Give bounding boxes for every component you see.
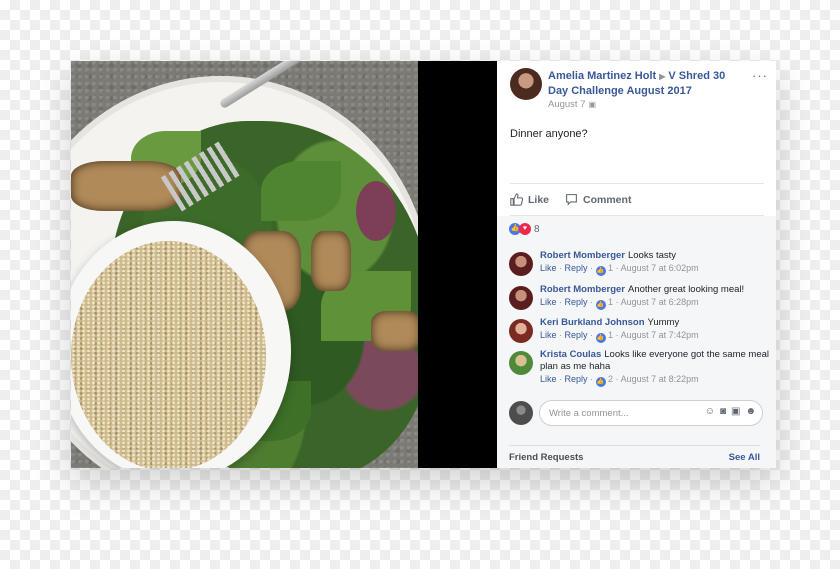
group-privacy-icon: ▣ [588,100,597,109]
comments-section: 👍 ♥ 8 Robert Momberger Looks tasty Like ·… [497,216,776,468]
facebook-photo-viewer: Amelia Martinez Holt ▶ V Shred 30 Day Chal… [71,61,776,468]
comment-like-count: 1 [608,263,614,273]
comment-reply-link[interactable]: Reply [565,297,588,307]
thumbs-up-icon: 👍 [595,266,606,276]
comment-like-link[interactable]: Like [540,330,557,340]
like-button[interactable]: Like [510,193,549,206]
comment-like-link[interactable]: Like [540,263,557,273]
comment-item: Robert Momberger Another great looking me… [509,284,771,310]
comment-item: Keri Burkland Johnson Yummy Like · Reply … [509,317,771,343]
author-avatar[interactable] [510,68,542,100]
post-panel: Amelia Martinez Holt ▶ V Shred 30 Day Chal… [497,61,776,468]
sticker-icon[interactable]: ☻ [745,406,756,417]
comment-reply-link[interactable]: Reply [565,263,588,273]
comment-label: Comment [583,193,632,206]
friend-requests-bar: Friend Requests See All [509,445,760,468]
comment-time[interactable]: August 7 at 7:42pm [621,330,699,340]
camera-icon[interactable]: ◙ [720,406,726,417]
comment-text: Another great looking meal! [627,284,745,295]
post-author-line: Amelia Martinez Holt ▶ V Shred 30 Day Chal… [548,69,748,99]
more-options-button[interactable]: ··· [752,68,768,83]
commenter-avatar[interactable] [509,286,533,310]
comment-like-link[interactable]: Like [540,297,557,307]
comment-item: Krista Coulas Looks like everyone got the… [509,349,771,387]
comment-like-count: 1 [608,330,614,340]
see-all-link[interactable]: See All [729,452,760,463]
friend-requests-title: Friend Requests [509,452,584,463]
commenter-name[interactable]: Krista Coulas [540,349,601,360]
post-date: August 7 ▣ [548,99,596,110]
comment-like-count: 1 [608,297,614,307]
commenter-name[interactable]: Keri Burkland Johnson [540,317,645,328]
reaction-count: 8 [534,223,540,235]
comment-time[interactable]: August 7 at 8:22pm [621,374,699,384]
post-text: Dinner anyone? [510,128,588,140]
photo-letterbox [418,61,497,468]
comment-input-placeholder: Write a comment... [549,408,629,419]
commenter-avatar[interactable] [509,351,533,375]
comment-like-link[interactable]: Like [540,374,557,384]
love-reaction-icon: ♥ [519,223,531,235]
emoji-icon[interactable]: ☺ [705,406,715,417]
reaction-summary[interactable]: 👍 ♥ 8 [509,223,540,235]
viewer-avatar [509,401,533,425]
commenter-avatar[interactable] [509,252,533,276]
post-photo[interactable] [71,61,418,468]
gif-icon[interactable]: ▣ [731,406,740,417]
comment-item: Robert Momberger Looks tasty Like · Reply… [509,250,771,276]
like-label: Like [528,193,550,206]
comment-time[interactable]: August 7 at 6:28pm [621,297,699,307]
arrow-right-icon: ▶ [659,72,666,81]
commenter-name[interactable]: Robert Momberger [540,284,625,295]
comment-text: Looks tasty [627,250,677,261]
comment-button[interactable]: Comment [565,193,631,206]
comment-like-count: 2 [608,374,614,384]
post-actions: Like Comment [510,183,764,216]
thumbs-up-icon [510,193,523,206]
post-date-link[interactable]: August 7 [548,99,586,110]
comment-composer: Write a comment... ☺ ◙ ▣ ☻ [509,400,763,426]
commenter-avatar[interactable] [509,319,533,343]
comment-text: Yummy [647,317,680,328]
thumbs-up-icon: 👍 [595,333,606,343]
comment-reply-link[interactable]: Reply [565,330,588,340]
author-name[interactable]: Amelia Martinez Holt [548,70,656,82]
comment-time[interactable]: August 7 at 6:02pm [621,263,699,273]
composer-tools: ☺ ◙ ▣ ☻ [705,406,756,417]
commenter-name[interactable]: Robert Momberger [540,250,625,261]
speech-bubble-icon [566,194,577,206]
thumbs-up-icon: 👍 [595,300,606,310]
comment-reply-link[interactable]: Reply [565,374,588,384]
brown-rice [71,241,266,468]
thumbs-up-icon: 👍 [595,377,606,387]
comment-input[interactable]: Write a comment... ☺ ◙ ▣ ☻ [539,400,763,426]
